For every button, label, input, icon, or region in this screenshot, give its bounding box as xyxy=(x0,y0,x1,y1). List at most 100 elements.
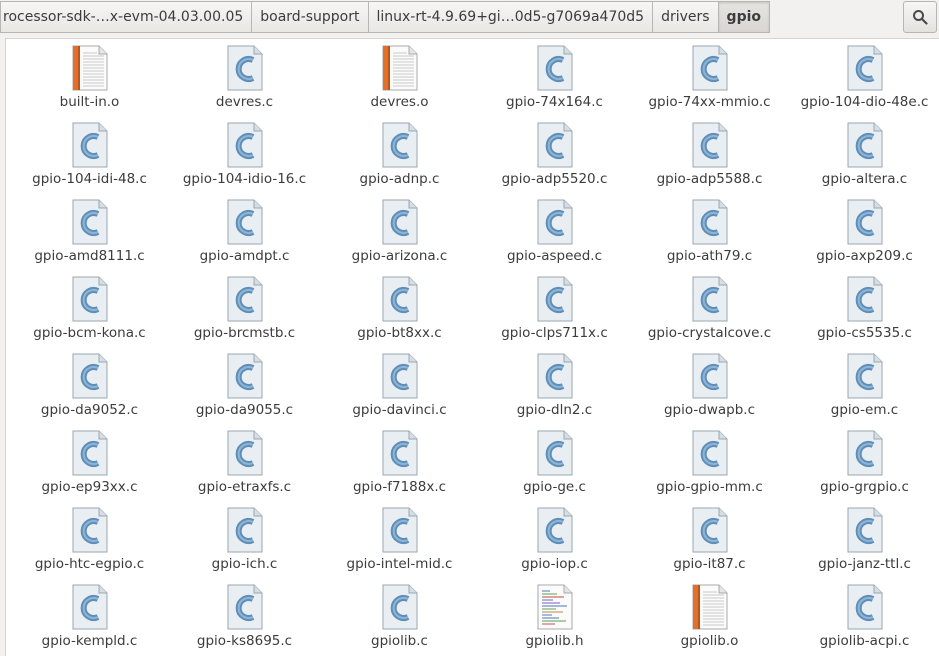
file-item[interactable]: gpio-axp209.c xyxy=(787,199,939,276)
c-file-icon xyxy=(226,507,264,553)
c-file-icon xyxy=(846,584,884,630)
file-name: gpio-axp209.c xyxy=(816,248,913,264)
c-file-icon xyxy=(691,276,729,322)
c-file-icon xyxy=(691,199,729,245)
file-item[interactable]: gpiolib.o xyxy=(632,584,787,656)
file-item[interactable]: gpio-ep93xx.c xyxy=(12,430,167,507)
c-file-icon xyxy=(71,122,109,168)
file-item[interactable]: gpio-gpio-mm.c xyxy=(632,430,787,507)
file-item[interactable]: gpio-ath79.c xyxy=(632,199,787,276)
file-name: gpio-ep93xx.c xyxy=(41,479,138,495)
file-item[interactable]: gpio-em.c xyxy=(787,353,939,430)
file-item[interactable]: gpio-ge.c xyxy=(477,430,632,507)
file-name: gpio-aspeed.c xyxy=(506,248,603,264)
file-item[interactable]: gpio-htc-egpio.c xyxy=(12,507,167,584)
file-item[interactable]: gpio-74xx-mmio.c xyxy=(632,45,787,122)
file-item[interactable]: gpio-adp5588.c xyxy=(632,122,787,199)
file-item[interactable]: gpio-da9055.c xyxy=(167,353,322,430)
file-item[interactable]: gpio-intel-mid.c xyxy=(322,507,477,584)
file-name: gpio-104-dio-48e.c xyxy=(800,94,929,110)
file-name: gpio-altera.c xyxy=(821,171,908,187)
file-item[interactable]: gpio-dln2.c xyxy=(477,353,632,430)
file-item[interactable]: gpio-janz-ttl.c xyxy=(787,507,939,584)
c-file-icon xyxy=(846,199,884,245)
file-name: gpio-crystalcove.c xyxy=(647,325,772,341)
file-item[interactable]: gpio-ich.c xyxy=(167,507,322,584)
file-item[interactable]: gpio-kempld.c xyxy=(12,584,167,656)
file-name: gpiolib.o xyxy=(680,633,739,649)
file-item[interactable]: gpio-104-idi-48.c xyxy=(12,122,167,199)
file-item[interactable]: gpiolib-acpi.c xyxy=(787,584,939,656)
breadcrumb-item[interactable]: gpio xyxy=(718,1,771,33)
c-file-icon xyxy=(381,276,419,322)
file-item[interactable]: gpio-arizona.c xyxy=(322,199,477,276)
file-view[interactable]: built-in.o devres.c devres.o gpio-74x164.c g… xyxy=(5,38,939,656)
file-item[interactable]: gpio-grgpio.c xyxy=(787,430,939,507)
file-item[interactable]: gpio-adnp.c xyxy=(322,122,477,199)
file-name: gpio-f7188x.c xyxy=(352,479,447,495)
file-item[interactable]: gpio-cs5535.c xyxy=(787,276,939,353)
file-name: gpio-amd8111.c xyxy=(34,248,145,264)
file-name: gpio-arizona.c xyxy=(351,248,448,264)
file-item[interactable]: gpio-clps711x.c xyxy=(477,276,632,353)
file-item[interactable]: gpio-f7188x.c xyxy=(322,430,477,507)
file-item[interactable]: gpio-104-idio-16.c xyxy=(167,122,322,199)
file-item[interactable]: gpio-altera.c xyxy=(787,122,939,199)
file-name: built-in.o xyxy=(59,94,120,110)
file-item[interactable]: gpio-brcmstb.c xyxy=(167,276,322,353)
file-item[interactable]: gpio-bt8xx.c xyxy=(322,276,477,353)
c-file-icon xyxy=(691,507,729,553)
c-file-icon xyxy=(226,353,264,399)
file-item[interactable]: gpio-ks8695.c xyxy=(167,584,322,656)
breadcrumb-item[interactable]: rocessor-sdk-…x-evm-04.03.00.05 xyxy=(0,1,253,33)
c-file-icon xyxy=(226,45,264,91)
file-item[interactable]: gpio-etraxfs.c xyxy=(167,430,322,507)
file-item[interactable]: gpio-104-dio-48e.c xyxy=(787,45,939,122)
file-item[interactable]: gpio-amdpt.c xyxy=(167,199,322,276)
file-item[interactable]: gpiolib.h xyxy=(477,584,632,656)
file-name: gpio-104-idi-48.c xyxy=(32,171,147,187)
file-name: gpio-gpio-mm.c xyxy=(656,479,763,495)
c-file-icon xyxy=(71,199,109,245)
file-item[interactable]: gpio-bcm-kona.c xyxy=(12,276,167,353)
file-name: gpiolib.c xyxy=(371,633,428,649)
file-item[interactable]: gpio-amd8111.c xyxy=(12,199,167,276)
file-name: gpio-74xx-mmio.c xyxy=(648,94,771,110)
file-name: gpio-da9055.c xyxy=(195,402,294,418)
object-file-icon xyxy=(691,584,729,630)
file-item[interactable]: gpio-it87.c xyxy=(632,507,787,584)
c-file-icon xyxy=(691,430,729,476)
file-item[interactable]: gpio-dwapb.c xyxy=(632,353,787,430)
file-item[interactable]: gpio-da9052.c xyxy=(12,353,167,430)
file-name: gpio-ge.c xyxy=(523,479,586,495)
c-file-icon xyxy=(226,199,264,245)
file-name: gpio-104-idio-16.c xyxy=(182,171,307,187)
file-item[interactable]: built-in.o xyxy=(12,45,167,122)
file-name: gpio-ath79.c xyxy=(666,248,753,264)
search-button[interactable] xyxy=(903,1,937,33)
breadcrumb-item[interactable]: drivers xyxy=(653,1,719,33)
c-file-icon xyxy=(381,199,419,245)
c-file-icon xyxy=(381,122,419,168)
file-name: gpio-janz-ttl.c xyxy=(818,556,911,572)
file-name: gpio-iop.c xyxy=(521,556,588,572)
file-item[interactable]: gpio-crystalcove.c xyxy=(632,276,787,353)
breadcrumb-item[interactable]: linux-rt-4.9.69+gi…0d5-g7069a470d5 xyxy=(368,1,654,33)
file-item[interactable]: gpio-iop.c xyxy=(477,507,632,584)
file-item[interactable]: devres.o xyxy=(322,45,477,122)
breadcrumb-item[interactable]: board-support xyxy=(252,1,369,33)
c-file-icon xyxy=(71,507,109,553)
file-item[interactable]: gpio-davinci.c xyxy=(322,353,477,430)
file-item[interactable]: gpiolib.c xyxy=(322,584,477,656)
file-item[interactable]: gpio-adp5520.c xyxy=(477,122,632,199)
file-name: gpio-adp5520.c xyxy=(501,171,608,187)
file-item[interactable]: gpio-74x164.c xyxy=(477,45,632,122)
c-file-icon xyxy=(381,353,419,399)
c-file-icon xyxy=(536,122,574,168)
c-file-icon xyxy=(536,430,574,476)
file-name: gpio-clps711x.c xyxy=(501,325,608,341)
file-item[interactable]: gpio-aspeed.c xyxy=(477,199,632,276)
c-file-icon xyxy=(381,430,419,476)
file-item[interactable]: devres.c xyxy=(167,45,322,122)
file-name: gpio-davinci.c xyxy=(352,402,447,418)
